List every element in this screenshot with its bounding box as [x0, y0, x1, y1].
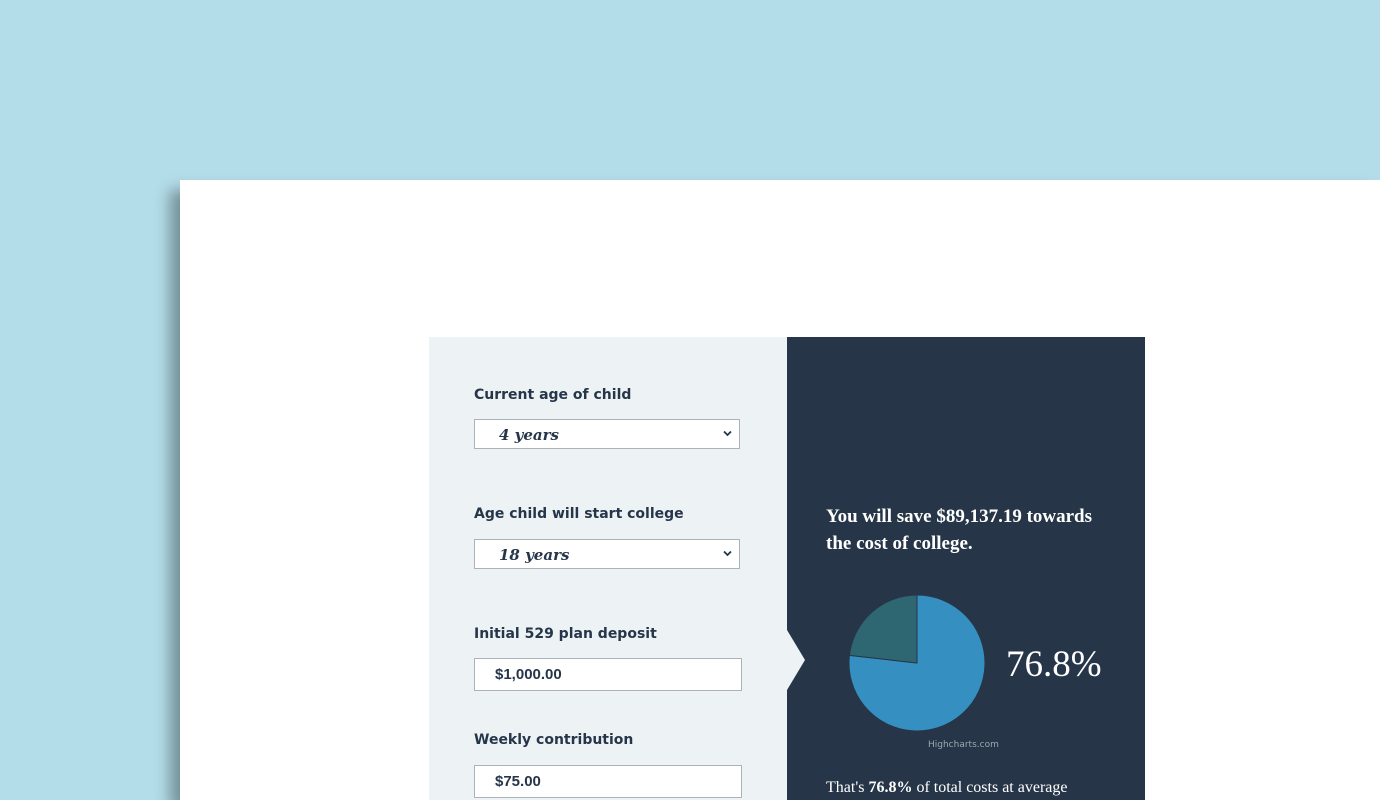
input-panel: Current age of child 4 years Age child w…: [429, 337, 787, 800]
pie-slice-remaining[interactable]: [848, 594, 918, 664]
panel-pointer: [787, 630, 805, 690]
age-child-value: 4 years: [499, 426, 559, 444]
savings-headline: You will save $89,137.19 towards the cos…: [826, 506, 1093, 554]
savings-summary: That's 76.8% of total costs at average: [826, 779, 1067, 797]
results-panel: You will save $89,137.19 towards the cos…: [787, 337, 1145, 800]
chevron-down-icon: [723, 430, 732, 437]
summary-percentage: 76.8%: [868, 779, 913, 796]
age-college-label: Age child will start college: [474, 506, 684, 522]
age-child-select[interactable]: 4 years: [474, 419, 740, 449]
weekly-contribution-value: $75.00: [495, 773, 541, 790]
savings-pie-chart: [848, 594, 986, 732]
initial-deposit-value: $1,000.00: [495, 666, 562, 683]
initial-deposit-input[interactable]: $1,000.00: [474, 658, 742, 691]
age-college-value: 18 years: [499, 546, 570, 564]
weekly-contribution-input[interactable]: $75.00: [474, 765, 742, 798]
highcharts-credit[interactable]: Highcharts.com: [928, 740, 999, 750]
college-savings-calculator: Current age of child 4 years Age child w…: [429, 337, 1145, 800]
chevron-down-icon: [723, 550, 732, 557]
age-college-select[interactable]: 18 years: [474, 539, 740, 569]
age-child-label: Current age of child: [474, 387, 632, 403]
initial-deposit-label: Initial 529 plan deposit: [474, 626, 657, 642]
weekly-contribution-label: Weekly contribution: [474, 732, 634, 748]
summary-suffix: of total costs at average: [916, 779, 1068, 796]
summary-prefix: That's: [826, 779, 865, 796]
savings-percentage: 76.8%: [1006, 644, 1102, 685]
